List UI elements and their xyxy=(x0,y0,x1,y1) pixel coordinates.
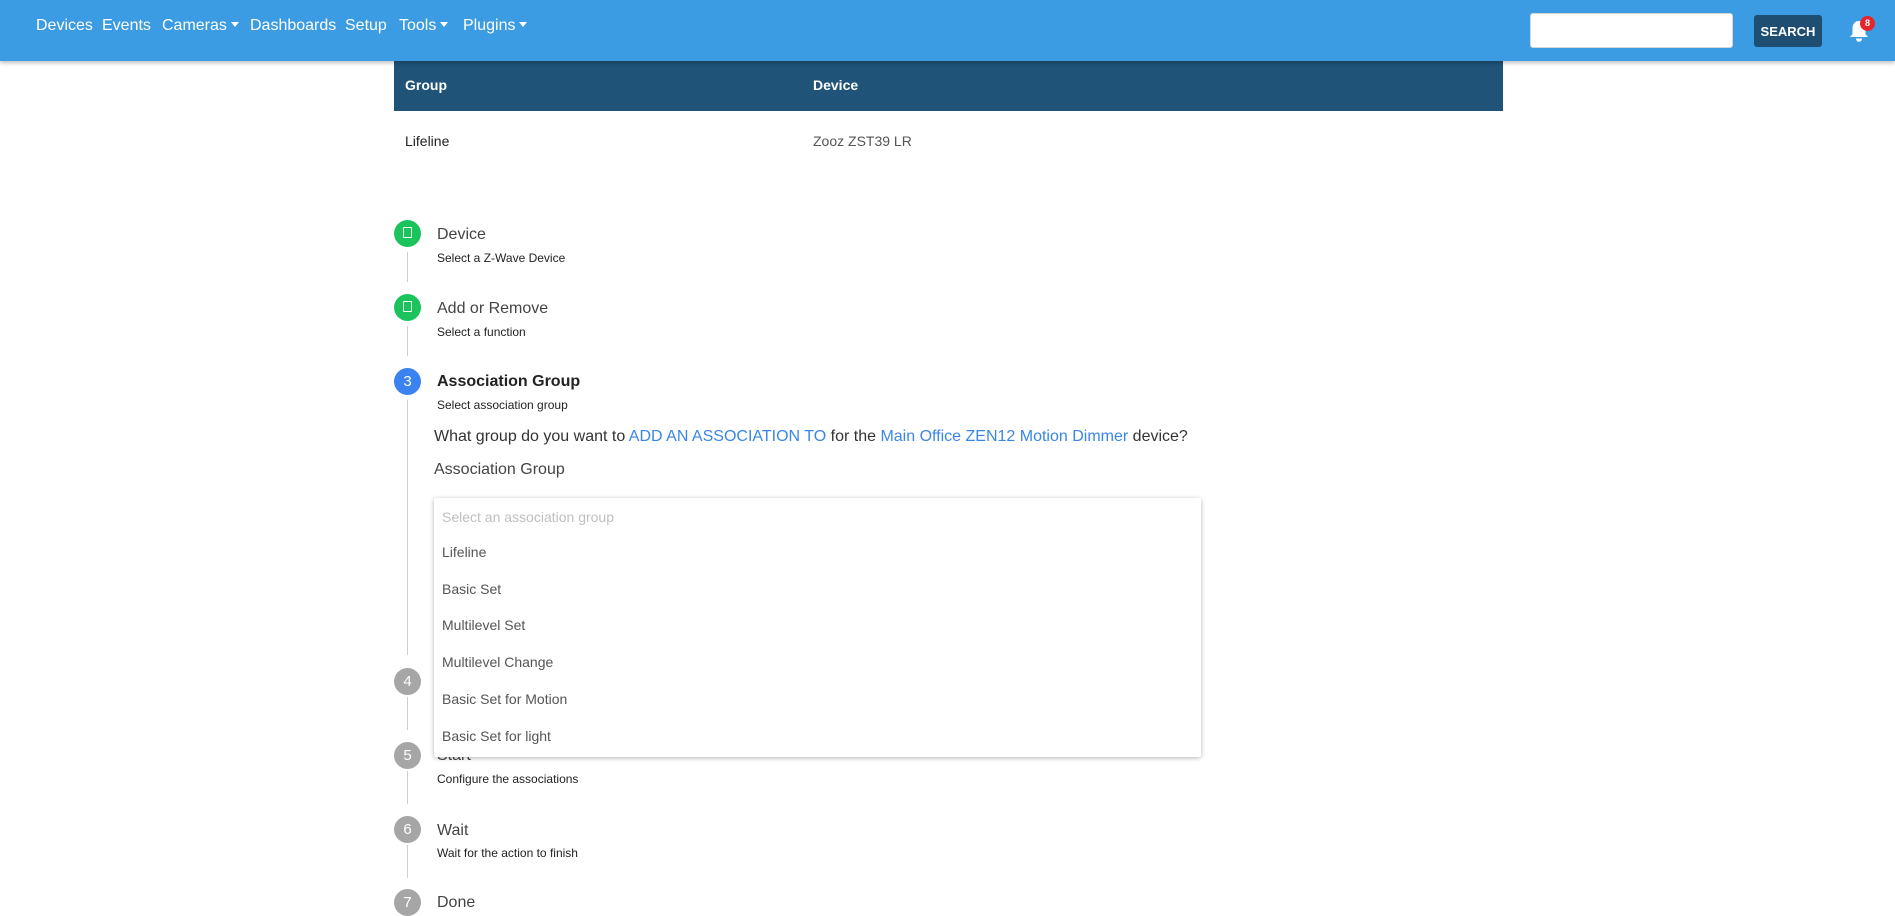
column-header-device: Device xyxy=(813,77,859,93)
step-7-indicator: 7 xyxy=(394,889,421,916)
step-2-indicator xyxy=(394,294,421,321)
step-3-indicator: 3 xyxy=(394,368,421,395)
stepper-connector xyxy=(407,697,408,730)
association-group-label: Association Group xyxy=(434,461,565,478)
nav-plugins[interactable]: Plugins xyxy=(463,17,528,35)
step-1-title: Device xyxy=(437,226,486,243)
question-suffix: device? xyxy=(1128,428,1188,445)
nav-setup-label: Setup xyxy=(345,17,387,34)
step-6-subtitle: Wait for the action to finish xyxy=(437,846,578,860)
nav-setup[interactable]: Setup xyxy=(345,17,387,35)
table-cell-group: Lifeline xyxy=(405,133,450,149)
stepper-connector xyxy=(407,400,408,655)
dropdown-option-lifeline[interactable]: Lifeline xyxy=(434,534,1201,570)
nav-devices[interactable]: Devices xyxy=(36,17,93,35)
step-1-indicator xyxy=(394,220,421,247)
check-icon xyxy=(403,227,412,239)
step-2-title: Add or Remove xyxy=(437,300,549,317)
nav-plugins-label: Plugins xyxy=(463,17,516,34)
device-link[interactable]: Main Office ZEN12 Motion Dimmer xyxy=(880,428,1128,445)
step-5-indicator: 5 xyxy=(394,742,421,769)
question-middle: for the xyxy=(826,428,881,445)
check-icon xyxy=(403,301,412,313)
nav-events[interactable]: Events xyxy=(102,17,151,35)
associations-table-header: Group Device xyxy=(394,61,1503,111)
step-7-title: Done xyxy=(437,894,476,911)
table-cell-device: Zooz ZST39 LR xyxy=(813,133,912,149)
stepper-connector xyxy=(407,252,408,282)
step-6-indicator: 6 xyxy=(394,816,421,843)
nav-cameras-label: Cameras xyxy=(162,17,227,34)
step-6-title: Wait xyxy=(437,822,469,839)
stepper-connector xyxy=(407,771,408,804)
step-2-subtitle: Select a function xyxy=(437,325,526,339)
caret-down-icon xyxy=(230,22,239,28)
stepper-connector xyxy=(407,326,408,356)
notification-count-badge: 8 xyxy=(1860,16,1875,31)
dropdown-option-basic-set-light[interactable]: Basic Set for light xyxy=(434,718,1201,754)
caret-down-icon xyxy=(440,22,449,28)
column-header-group: Group xyxy=(405,77,447,93)
nav-dashboards[interactable]: Dashboards xyxy=(250,17,336,35)
stepper-connector xyxy=(407,845,408,878)
association-question: What group do you want to ADD AN ASSOCIA… xyxy=(434,428,1188,446)
nav-dashboards-label: Dashboards xyxy=(250,17,337,34)
caret-down-icon xyxy=(519,22,528,28)
nav-events-label: Events xyxy=(102,17,151,34)
step-3-subtitle: Select association group xyxy=(437,398,568,412)
search-button[interactable]: SEARCH xyxy=(1754,15,1822,47)
step-3-title: Association Group xyxy=(437,373,581,390)
top-navbar: Devices Events Cameras Dashboards Setup … xyxy=(0,0,1895,61)
dropdown-option-multilevel-change[interactable]: Multilevel Change xyxy=(434,644,1201,680)
step-4-indicator: 4 xyxy=(394,668,421,695)
dropdown-option-basic-set-motion[interactable]: Basic Set for Motion xyxy=(434,681,1201,717)
step-5-subtitle: Configure the associations xyxy=(437,772,579,786)
dropdown-option-multilevel-set[interactable]: Multilevel Set xyxy=(434,607,1201,643)
dropdown-option-basic-set[interactable]: Basic Set xyxy=(434,571,1201,607)
association-group-dropdown[interactable]: Select an association group Lifeline Bas… xyxy=(434,498,1201,757)
association-group-placeholder: Select an association group xyxy=(442,509,614,525)
nav-tools-label: Tools xyxy=(399,17,437,34)
action-link[interactable]: ADD AN ASSOCIATION TO xyxy=(629,428,826,445)
nav-tools[interactable]: Tools xyxy=(399,17,449,35)
question-prefix: What group do you want to xyxy=(434,428,629,445)
search-input[interactable] xyxy=(1530,13,1733,48)
nav-cameras[interactable]: Cameras xyxy=(162,17,239,35)
nav-devices-label: Devices xyxy=(36,17,93,34)
step-1-subtitle: Select a Z-Wave Device xyxy=(437,251,566,265)
